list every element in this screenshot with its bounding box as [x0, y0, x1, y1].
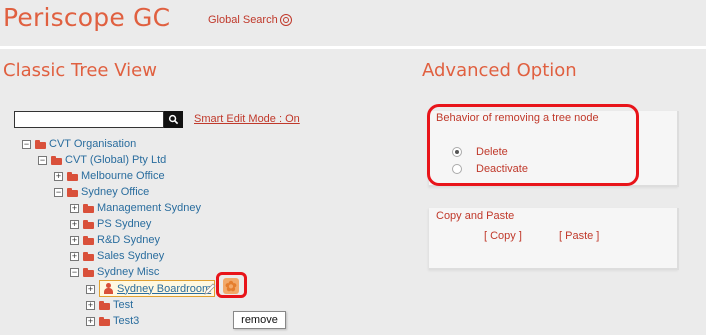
- copy-button[interactable]: [ Copy ]: [484, 230, 522, 242]
- tree-node[interactable]: − Sydney Misc: [70, 265, 159, 279]
- expand-toggle-icon[interactable]: +: [86, 316, 95, 326]
- person-icon: [103, 283, 114, 294]
- global-search-label: Global Search: [208, 14, 278, 26]
- expand-toggle-icon[interactable]: +: [70, 235, 79, 245]
- tree-node-label: Sydney Boardroom: [117, 282, 212, 295]
- expand-toggle-icon[interactable]: +: [86, 284, 95, 294]
- classic-tree-view-title: Classic Tree View: [3, 60, 157, 81]
- expand-toggle-icon[interactable]: +: [70, 203, 79, 213]
- tree-node[interactable]: + Management Sydney: [70, 201, 201, 215]
- tree-node-label: Sales Sydney: [97, 250, 165, 262]
- tree-node[interactable]: + Test3: [86, 314, 139, 328]
- expand-toggle-icon[interactable]: +: [86, 300, 95, 310]
- tree-node-selected[interactable]: Sydney Boardroom: [99, 280, 216, 297]
- edit-pencil-icon[interactable]: [203, 282, 217, 296]
- collapse-toggle-icon[interactable]: −: [38, 155, 47, 165]
- tree-search-input[interactable]: [14, 111, 164, 128]
- tree-node-label: R&D Sydney: [97, 234, 160, 246]
- copy-paste-title: Copy and Paste: [436, 210, 515, 222]
- advanced-option-title: Advanced Option: [422, 60, 577, 81]
- expand-toggle-icon[interactable]: +: [70, 219, 79, 229]
- remove-button-highlight: [216, 272, 247, 298]
- folder-icon: [99, 300, 110, 310]
- collapse-toggle-icon[interactable]: −: [54, 187, 63, 197]
- tree-node[interactable]: − CVT (Global) Pty Ltd: [38, 153, 166, 167]
- tree-node-label: CVT (Global) Pty Ltd: [65, 154, 167, 166]
- folder-icon: [83, 203, 94, 213]
- folder-icon: [35, 139, 46, 149]
- folder-icon: [99, 316, 110, 326]
- tree-node[interactable]: + Sales Sydney: [70, 249, 164, 263]
- smart-edit-mode-link[interactable]: Smart Edit Mode : On: [194, 113, 300, 125]
- tree-node-label: Sydney Office: [81, 186, 150, 198]
- tree-node-label: Test: [113, 299, 134, 311]
- expand-toggle-icon[interactable]: +: [70, 251, 79, 261]
- behavior-highlight: [427, 104, 639, 186]
- global-search-link[interactable]: Global Search: [208, 14, 292, 26]
- magnifier-icon: [168, 114, 179, 125]
- folder-icon: [67, 171, 78, 181]
- tree-node-label: CVT Organisation: [49, 138, 137, 150]
- tree-node[interactable]: − Sydney Office: [54, 185, 149, 199]
- tree-node-label: PS Sydney: [97, 218, 152, 230]
- folder-icon: [67, 187, 78, 197]
- tree-node-label: Test3: [113, 315, 140, 327]
- tree-node[interactable]: + Test: [86, 298, 133, 312]
- tree-node[interactable]: + R&D Sydney: [70, 233, 160, 247]
- paste-button[interactable]: [ Paste ]: [559, 230, 599, 242]
- tree-node-label: Sydney Misc: [97, 266, 160, 278]
- tree-node[interactable]: + Melbourne Office: [54, 169, 165, 183]
- folder-icon: [83, 267, 94, 277]
- collapse-toggle-icon[interactable]: −: [22, 139, 31, 149]
- folder-icon: [83, 219, 94, 229]
- tree-search-button[interactable]: [164, 111, 183, 128]
- expand-toggle-icon[interactable]: +: [54, 171, 63, 181]
- header: Periscope GC Global Search: [0, 0, 706, 46]
- tree-node-toggle-row[interactable]: +: [86, 282, 99, 296]
- collapse-toggle-icon[interactable]: −: [70, 267, 79, 277]
- remove-tooltip: remove: [233, 311, 286, 329]
- header-divider: [0, 46, 706, 49]
- folder-icon: [83, 235, 94, 245]
- search-icon: [279, 14, 292, 26]
- tree-node[interactable]: + PS Sydney: [70, 217, 151, 231]
- tree-node[interactable]: − CVT Organisation: [22, 137, 136, 151]
- app-title: Periscope GC: [3, 3, 171, 32]
- folder-icon: [51, 155, 62, 165]
- tree-node-label: Melbourne Office: [81, 170, 165, 182]
- tree-node-label: Management Sydney: [97, 202, 201, 214]
- folder-icon: [83, 251, 94, 261]
